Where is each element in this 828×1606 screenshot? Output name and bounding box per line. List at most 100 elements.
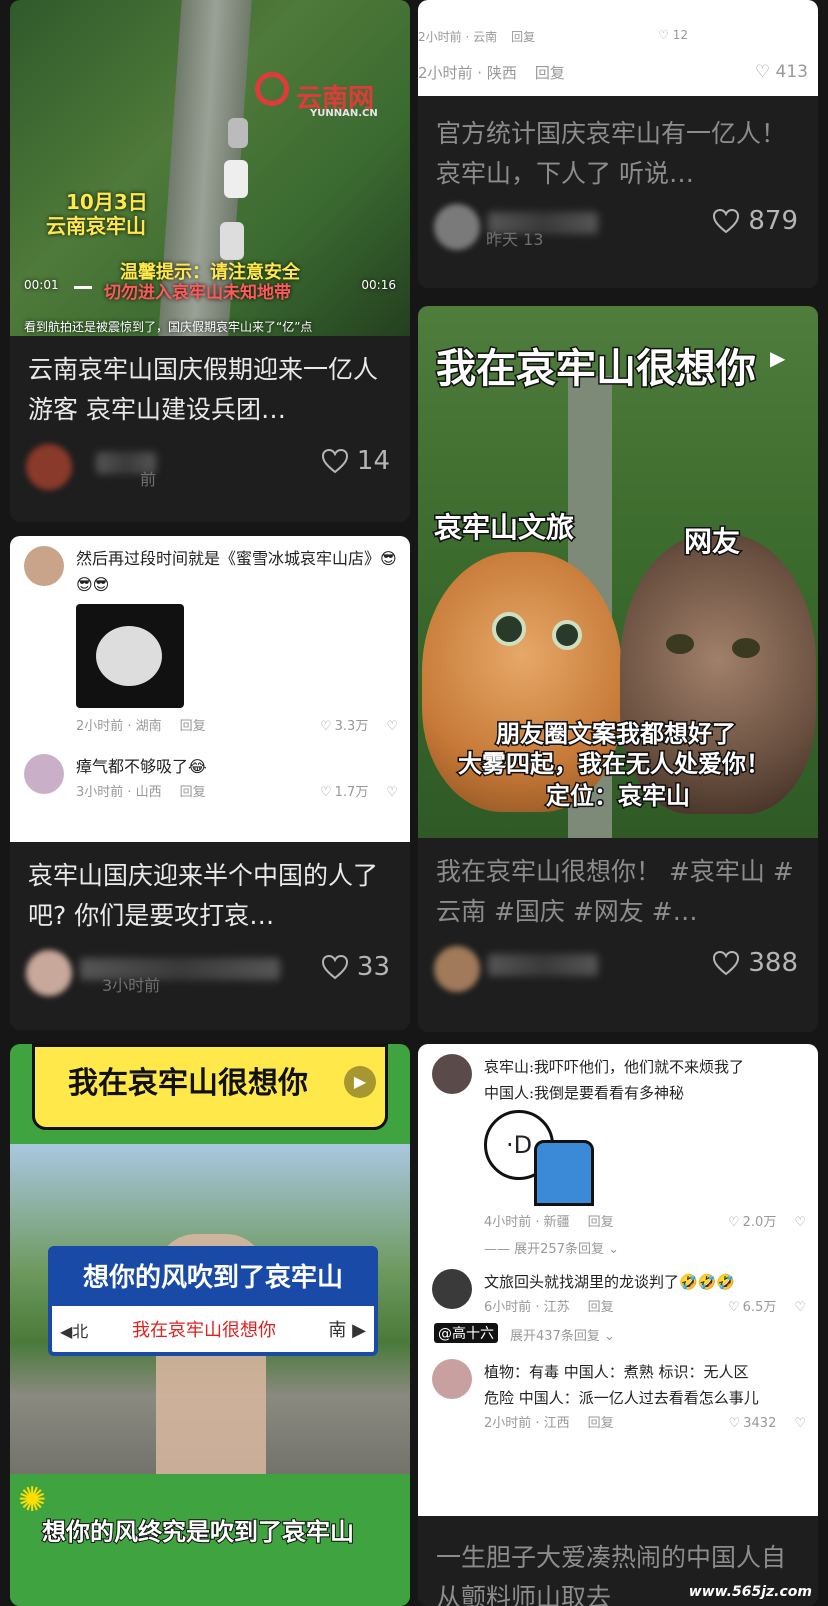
dislike-icon[interactable]: ♡	[794, 1411, 806, 1437]
user-tag[interactable]: @高十六	[434, 1323, 498, 1343]
meme-image	[76, 604, 184, 708]
post-title[interactable]: 官方统计国庆哀牢山有一亿人！ 哀牢山，下人了 听说…	[418, 96, 818, 192]
like-button[interactable]: 33	[321, 952, 390, 982]
like-button[interactable]: 879	[712, 206, 798, 236]
comment-sub: 2小时前 · 陕西 回复 ♡ 413	[418, 62, 808, 83]
post-title[interactable]: 哀牢山国庆迎来半个中国的人了吧? 你们是要攻打哀…	[10, 842, 410, 938]
expand-replies[interactable]: 展开437条回复 ⌄	[510, 1325, 615, 1344]
sticker-body	[534, 1140, 594, 1206]
comment-screenshot[interactable]: 哀牢山:我吓吓他们，他们就不来烦我了 中国人:我倒是要看看有多神秘 ·D 4小时…	[418, 1044, 818, 1516]
car	[228, 118, 248, 148]
comment-like[interactable]: ♡ 3432	[729, 1411, 777, 1437]
reply-button[interactable]: 回复	[588, 1295, 614, 1321]
play-icon[interactable]: ▶	[770, 346, 796, 372]
reply-button[interactable]: 回复	[180, 714, 206, 740]
comment-like[interactable]: ♡ 1.7万	[320, 780, 368, 806]
avatar	[24, 754, 64, 794]
meme-line3: 定位：哀牢山	[545, 781, 692, 812]
like-count: 14	[356, 446, 390, 476]
avatar	[432, 1359, 472, 1399]
avatar[interactable]	[26, 950, 72, 996]
post-card[interactable]: 我在哀牢山很想你 ▶ 想你的风吹到了哀牢山 ◀北 我在哀牢山很想你 南 ▶ ✺ …	[10, 1044, 410, 1606]
heart-icon: ♡	[320, 785, 332, 800]
post-card[interactable]: 云南网 YUNNAN.CN 10月3日 云南哀牢山 温馨提示：请注意安全 切勿进…	[10, 0, 410, 522]
bottom-caption: 想你的风终究是吹到了哀牢山	[41, 1517, 355, 1547]
cat-eye	[552, 620, 582, 650]
dislike-icon[interactable]: ♡	[794, 1295, 806, 1321]
like-count: 388	[748, 948, 798, 978]
left-cat-label: 哀牢山文旅	[432, 510, 575, 546]
author-name[interactable]	[488, 954, 598, 976]
cat-eye	[492, 612, 526, 646]
comment-text: 文旅回头就找湖里的龙谈判了🤣🤣🤣	[484, 1273, 736, 1291]
meme-cover[interactable]: 我在哀牢山很想你 ▶ 哀牢山文旅 网友 朋友圈文案我都想好了 大雾四起，我在无人…	[418, 306, 818, 838]
heart-icon	[321, 448, 348, 474]
post-card[interactable]: 我在哀牢山很想你 ▶ 哀牢山文旅 网友 朋友圈文案我都想好了 大雾四起，我在无人…	[418, 306, 818, 1032]
like-button[interactable]: 14	[321, 446, 390, 476]
watermark: www.565jz.com	[688, 1584, 812, 1600]
comment: 文旅回头就找湖里的龙谈判了🤣🤣🤣 6小时前 · 江苏 回复 ♡ 6.5万 ♡	[418, 1263, 818, 1321]
post-card[interactable]: 2小时前 · 云南 回复 ♡ 12 2小时前 · 陕西 回复 ♡ 413 官方统…	[418, 0, 818, 288]
post-time: 3小时前	[102, 976, 161, 995]
like-count: 33	[356, 952, 390, 982]
expand-replies[interactable]: —— 展开257条回复 ⌄	[418, 1238, 818, 1257]
comment-time: 3小时前 · 山西	[76, 785, 162, 800]
post-time: 昨天 13	[486, 230, 544, 249]
expand-label: 展开257条回复	[514, 1242, 604, 1257]
avatar[interactable]	[434, 204, 480, 250]
reply-button[interactable]: 回复	[511, 28, 535, 45]
reply-button[interactable]: 回复	[180, 780, 206, 806]
post-meta: 3小时前 33	[10, 938, 410, 1002]
comment-time: 6小时前 · 江苏	[484, 1300, 570, 1315]
heart-icon	[713, 208, 740, 234]
comment-like[interactable]: ♡ 6.5万	[728, 1295, 776, 1321]
comment-like-count: 3.3万	[334, 719, 369, 734]
time-end: 00:16	[361, 278, 396, 292]
comment-like[interactable]: ♡ 2.0万	[728, 1210, 776, 1236]
post-meta: 388	[418, 934, 818, 998]
comment: 植物：有毒 中国人：煮熟 标识：无人区 危险 中国人：派一亿人过去看看怎么事儿 …	[418, 1353, 818, 1437]
like-count: 879	[748, 206, 798, 236]
logo-sub: YUNNAN.CN	[310, 108, 378, 119]
play-icon[interactable]: ▶	[344, 1066, 376, 1098]
heart-icon: ♡	[728, 1215, 740, 1230]
comment-text: 瘴气都不够吸了😂	[76, 757, 207, 776]
comment-like[interactable]: ♡ 3.3万	[320, 714, 368, 740]
place-label: 云南哀牢山	[46, 214, 146, 238]
post-card[interactable]: 然后再过段时间就是《蜜雪冰城哀牢山店》😎😎😎 2小时前 · 湖南 回复 ♡ 3.3…	[10, 536, 410, 1030]
post-card[interactable]: 哀牢山:我吓吓他们，他们就不来烦我了 中国人:我倒是要看看有多神秘 ·D 4小时…	[418, 1044, 818, 1606]
dislike-icon[interactable]: ♡	[386, 780, 398, 806]
expand-label: 展开437条回复	[510, 1329, 600, 1344]
avatar	[24, 546, 64, 586]
post-title[interactable]: 云南哀牢山国庆假期迎来一亿人游客 哀牢山建设兵团…	[10, 336, 410, 432]
reply-button[interactable]: 回复	[588, 1411, 614, 1437]
post-title[interactable]: 我在哀牢山很想你！ #哀牢山 #云南 #国庆 #网友 #…	[418, 838, 818, 934]
meme-face	[96, 626, 162, 686]
comment-strip[interactable]: 2小时前 · 云南 回复 ♡ 12 2小时前 · 陕西 回复 ♡ 413	[418, 0, 818, 96]
avatar[interactable]	[26, 444, 72, 490]
heart-icon	[713, 950, 740, 976]
reply-button[interactable]: 回复	[535, 62, 565, 83]
road-sign: 想你的风吹到了哀牢山 ◀北 我在哀牢山很想你 南 ▶	[48, 1246, 378, 1356]
car	[224, 160, 248, 198]
like-button[interactable]: 388	[712, 948, 798, 978]
avatar	[432, 1269, 472, 1309]
dislike-icon[interactable]: ♡	[386, 714, 398, 740]
comment: 哀牢山:我吓吓他们，他们就不来烦我了 中国人:我倒是要看看有多神秘 ·D 4小时…	[418, 1048, 818, 1236]
comment: 瘴气都不够吸了😂 3小时前 · 山西 回复 ♡ 1.7万 ♡	[10, 748, 410, 806]
avatar[interactable]	[434, 946, 480, 992]
comment-time: 2小时前 · 湖南	[76, 719, 162, 734]
progress-bar[interactable]	[74, 286, 92, 289]
comment-like-count: 6.5万	[742, 1300, 777, 1315]
sign-left: ◀北	[60, 1322, 89, 1341]
reply-button[interactable]: 回复	[588, 1210, 614, 1236]
comment-screenshot[interactable]: 然后再过段时间就是《蜜雪冰城哀牢山店》😎😎😎 2小时前 · 湖南 回复 ♡ 3.3…	[10, 536, 410, 842]
comment-like[interactable]: ♡ 12	[658, 28, 688, 45]
heart-icon	[321, 954, 348, 980]
comment-like[interactable]: ♡ 413	[755, 62, 808, 83]
cat-eye	[732, 638, 760, 658]
right-cat-label: 网友	[682, 524, 741, 560]
comment-time: 2小时前 · 江西	[484, 1416, 570, 1431]
dislike-icon[interactable]: ♡	[794, 1210, 806, 1236]
video-cover[interactable]: 云南网 YUNNAN.CN 10月3日 云南哀牢山 温馨提示：请注意安全 切勿进…	[10, 0, 410, 336]
